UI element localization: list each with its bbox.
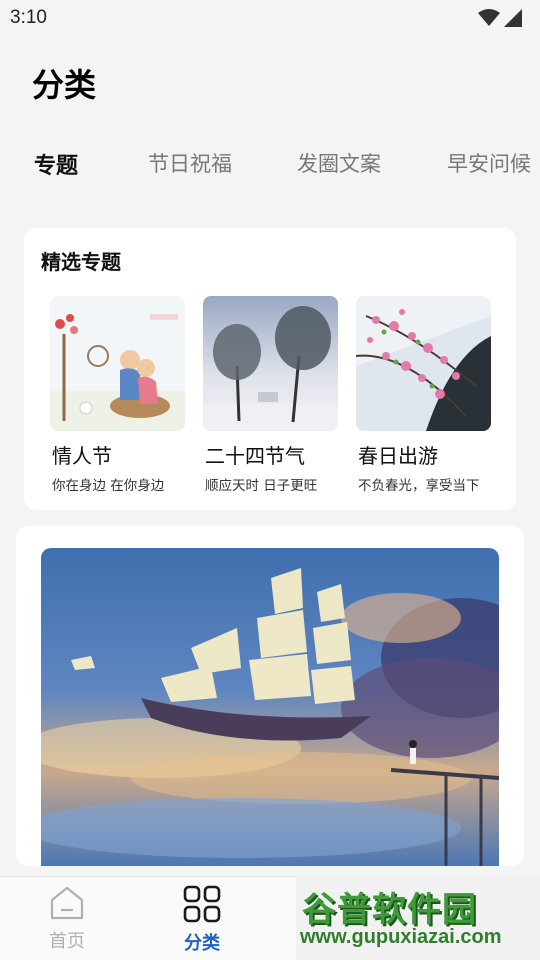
topic-name: 春日出游 bbox=[358, 444, 438, 468]
nav-home-label: 首页 bbox=[49, 931, 85, 952]
topic-name: 情人节 bbox=[52, 444, 112, 468]
status-bar: 3:10 bbox=[0, 0, 540, 36]
valentines-thumbnail bbox=[50, 296, 185, 431]
grid-icon bbox=[183, 885, 221, 923]
wallpaper-card[interactable] bbox=[16, 526, 524, 866]
nav-category-label: 分类 bbox=[184, 933, 220, 954]
solar-terms-thumbnail bbox=[203, 296, 338, 431]
featured-topics-card: 精选专题 情人节 你在身边 在你身边 二十四节气 顺应天时 日子更旺 春日出游 … bbox=[24, 228, 516, 510]
spring-outing-thumbnail bbox=[356, 296, 491, 431]
topic-desc: 顺应天时 日子更旺 bbox=[205, 478, 318, 494]
topic-desc: 不负春光，享受当下 bbox=[358, 478, 480, 494]
status-time: 3:10 bbox=[10, 7, 47, 28]
topic-spring-outing[interactable]: 春日出游 不负春光，享受当下 bbox=[356, 296, 496, 494]
sky-ship-illustration bbox=[41, 548, 499, 866]
category-tabs: 专题 节日祝福 发圈文案 早安问候 bbox=[0, 148, 540, 188]
nav-home[interactable]: 首页 bbox=[22, 885, 112, 953]
watermark-url: www.gupuxiazai.com bbox=[300, 926, 502, 948]
topic-name: 二十四节气 bbox=[205, 444, 305, 468]
topic-desc: 你在身边 在你身边 bbox=[52, 478, 165, 494]
nav-category[interactable]: 分类 bbox=[157, 885, 247, 955]
topic-valentines[interactable]: 情人节 你在身边 在你身边 bbox=[50, 296, 190, 494]
wifi-icon bbox=[478, 9, 500, 26]
page-title: 分类 bbox=[32, 66, 97, 104]
watermark-title: 谷普软件园 bbox=[302, 890, 477, 930]
tab-festival-wishes[interactable]: 节日祝福 bbox=[148, 148, 232, 178]
status-icons bbox=[478, 9, 522, 27]
tab-topics[interactable]: 专题 bbox=[34, 148, 78, 180]
watermark-logo: 谷普软件园 www.gupuxiazai.com bbox=[296, 876, 540, 960]
featured-title: 精选专题 bbox=[41, 250, 121, 274]
home-icon bbox=[50, 886, 84, 920]
signal-icon bbox=[504, 9, 522, 27]
tab-morning-greetings[interactable]: 早安问候 bbox=[447, 148, 531, 178]
tab-moments-copy[interactable]: 发圈文案 bbox=[297, 148, 381, 178]
topic-solar-terms[interactable]: 二十四节气 顺应天时 日子更旺 bbox=[203, 296, 343, 494]
